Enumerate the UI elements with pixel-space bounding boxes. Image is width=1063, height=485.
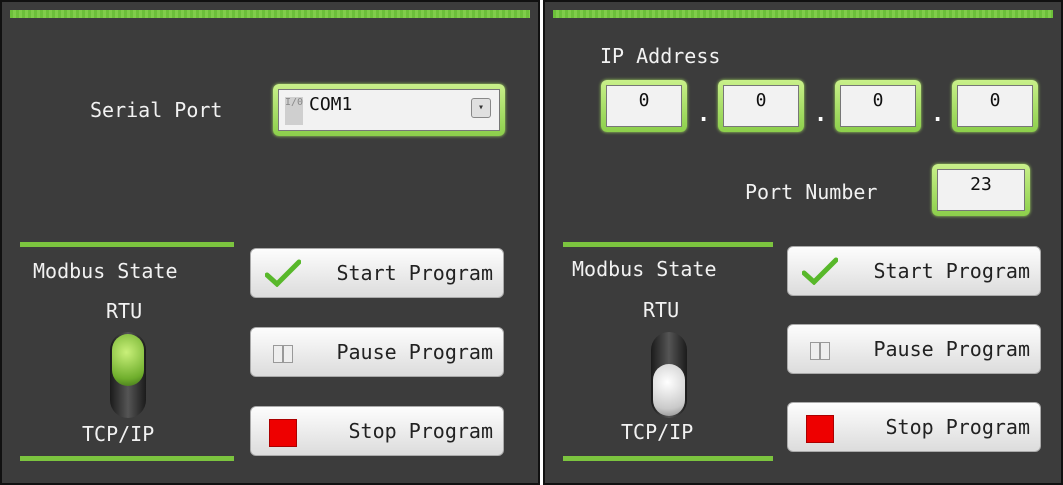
dropdown-arrow-icon[interactable]: ▾ [471,98,491,118]
stop-icon [269,419,297,447]
ip-dot-2: . [814,102,828,127]
ip-octet-4-input[interactable]: 0 [957,85,1033,127]
ip-octet-3[interactable]: 0 [835,80,921,132]
ip-octet-4[interactable]: 0 [952,80,1038,132]
ip-address-label: IP Address [600,44,721,68]
right-panel: IP Address 0 . 0 . 0 . 0 Port Number 23 … [543,0,1063,485]
start-program-label: Start Program [873,259,1030,283]
check-icon [802,257,838,285]
toggle-knob[interactable] [653,364,685,416]
pause-program-label: Pause Program [873,337,1030,361]
modbus-mode-toggle[interactable] [651,332,687,418]
modbus-state-label: Modbus State [33,259,178,283]
pause-icon-bar [283,345,293,363]
stop-program-label: Stop Program [348,419,494,443]
port-number-input[interactable]: 23 [937,169,1025,211]
toggle-knob[interactable] [112,334,144,386]
stop-program-button[interactable]: Stop Program [787,402,1041,452]
tcpip-label: TCP/IP [621,420,694,444]
serial-port-dropdown[interactable]: I/0 COM1 ▾ [273,84,505,136]
modbus-state-label: Modbus State [572,257,717,281]
pause-program-button[interactable]: Pause Program [250,327,504,377]
pause-program-label: Pause Program [336,340,493,364]
stop-program-label: Stop Program [885,415,1031,439]
port-number-box[interactable]: 23 [932,164,1030,216]
ip-octet-2-input[interactable]: 0 [723,85,799,127]
serial-port-field[interactable]: I/0 COM1 ▾ [278,89,500,131]
check-icon [265,259,301,287]
port-number-label: Port Number [745,180,878,204]
stop-program-button[interactable]: Stop Program [250,406,504,456]
serial-port-value: COM1 [309,94,353,115]
io-icon: I/0 [285,97,303,125]
modbus-bottom-divider [563,456,773,461]
ip-octet-1-input[interactable]: 0 [606,85,682,127]
rtu-label: RTU [106,299,143,323]
ip-octet-3-input[interactable]: 0 [840,85,916,127]
ip-dot-1: . [697,102,711,127]
pause-program-button[interactable]: Pause Program [787,324,1041,374]
modbus-top-divider [563,242,773,247]
panel-header-bar [10,10,530,18]
panel-header-bar [553,10,1053,18]
rtu-label: RTU [643,298,680,322]
start-program-button[interactable]: Start Program [787,246,1041,296]
modbus-top-divider [20,242,234,247]
serial-port-label: Serial Port [90,98,223,122]
start-program-label: Start Program [336,261,493,285]
pause-icon [810,342,820,360]
left-panel: Serial Port I/0 COM1 ▾ Modbus State RTU … [0,0,540,485]
tcpip-label: TCP/IP [82,422,155,446]
ip-octet-1[interactable]: 0 [601,80,687,132]
pause-icon-bar [820,342,830,360]
pause-icon [273,345,283,363]
ip-octet-2[interactable]: 0 [718,80,804,132]
modbus-mode-toggle[interactable] [110,332,146,418]
stop-icon [806,415,834,443]
start-program-button[interactable]: Start Program [250,248,504,298]
modbus-bottom-divider [20,456,234,461]
ip-dot-3: . [931,102,945,127]
